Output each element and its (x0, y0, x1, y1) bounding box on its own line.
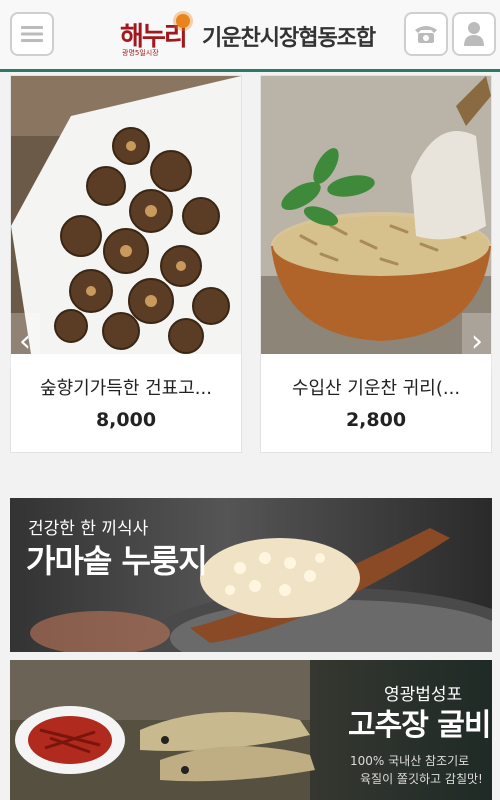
user-icon (464, 22, 484, 46)
product-image-oats[interactable] (261, 76, 491, 354)
promo-banner-gulbi[interactable]: 영광법성포 고추장 굴비 100% 국내산 참조기로 육질이 쫄깃하고 감칠맛! (10, 660, 492, 800)
site-logo[interactable]: 해누리 광명5일시장 기운찬시장협동조합 (120, 14, 376, 58)
chevron-right-icon: › (471, 323, 483, 359)
call-button[interactable] (404, 12, 448, 56)
product-card[interactable]: 수입산 기운찬 귀리(... 2,800 (260, 75, 492, 453)
brand-tag: 광명5일시장 (122, 49, 159, 57)
mushroom-photo (11, 76, 241, 354)
app-header: 해누리 광명5일시장 기운찬시장협동조합 (0, 0, 500, 72)
menu-button[interactable] (10, 12, 54, 56)
product-price: 2,800 (345, 409, 407, 431)
site-title: 기운찬시장협동조합 (202, 26, 376, 51)
account-button[interactable] (452, 12, 496, 56)
product-price: 8,000 (95, 409, 157, 431)
brand-mark: 해누리 광명5일시장 (120, 14, 202, 58)
promo-banner-nurungji[interactable]: 건강한 한 끼식사 가마솥 누룽지 (10, 498, 492, 652)
carousel-next-button[interactable]: › (462, 313, 492, 369)
banner-description: 100% 국내산 참조기로 (350, 754, 470, 768)
chevron-left-icon: ‹ (19, 323, 31, 359)
product-name[interactable]: 수입산 기운찬 귀리(... (261, 374, 491, 400)
carousel-prev-button[interactable]: ‹ (10, 313, 40, 369)
banner-title: 고추장 굴비 (348, 708, 491, 743)
product-carousel: 숲향기가득한 건표고... 8,000 수입산 기운찬 귀리(... 2,800… (0, 75, 500, 465)
product-card[interactable]: 숲향기가득한 건표고... 8,000 (10, 75, 242, 453)
hamburger-menu-icon (21, 26, 43, 42)
banner-title: 가마솥 누룽지 (26, 542, 208, 580)
product-name[interactable]: 숲향기가득한 건표고... (11, 374, 241, 400)
oats-photo (261, 76, 491, 354)
product-image-mushrooms[interactable] (11, 76, 241, 354)
banner-description: 육질이 쫄깃하고 감칠맛! (360, 772, 483, 786)
phone-icon (415, 26, 437, 43)
sun-icon (176, 14, 190, 28)
